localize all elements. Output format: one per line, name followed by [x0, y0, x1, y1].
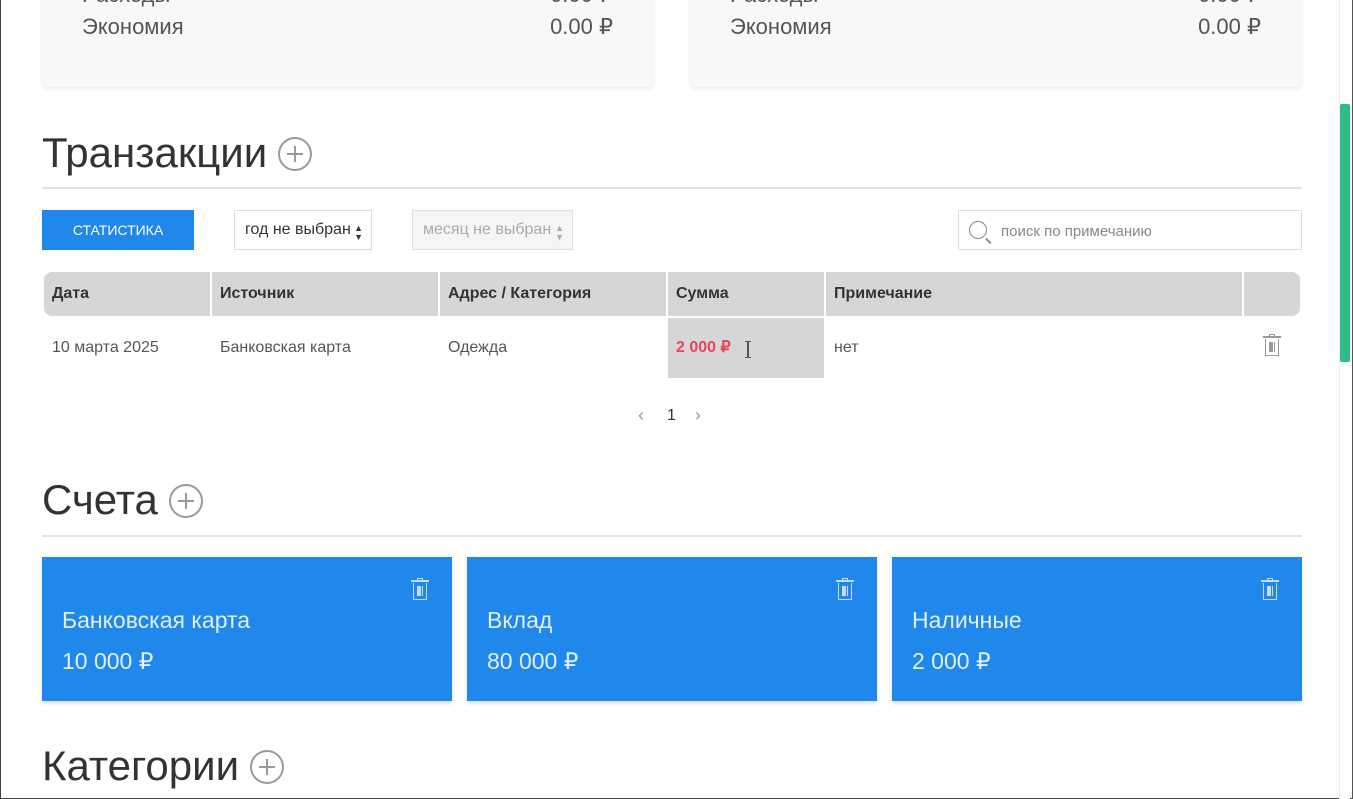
column-date[interactable]: Дата: [44, 272, 210, 316]
trash-icon[interactable]: [411, 578, 429, 600]
categories-title: Категории: [42, 742, 240, 789]
next-page-icon[interactable]: ›: [695, 405, 701, 426]
column-amount[interactable]: Сумма: [668, 272, 824, 316]
scrollbar-thumb[interactable]: [1340, 104, 1350, 362]
cell-source: Банковская карта: [220, 339, 351, 356]
add-account-icon[interactable]: [169, 484, 203, 518]
year-select[interactable]: год не выбран ▲ ▼: [234, 210, 372, 250]
summary-expenses-label: Расходы: [730, 0, 818, 8]
account-balance: 80 000 ₽: [487, 648, 579, 674]
summary-savings-row: Экономия 0.00 ₽: [730, 14, 1261, 44]
account-name: Вклад: [487, 607, 553, 633]
column-separator: [1242, 272, 1244, 316]
accounts-title: Счета: [42, 476, 158, 523]
trash-icon[interactable]: [836, 578, 854, 600]
select-arrows-icon: ▲ ▼: [354, 223, 363, 242]
account-card[interactable]: Наличные 2 000 ₽: [892, 557, 1302, 701]
account-card[interactable]: Банковская карта 10 000 ₽: [42, 557, 452, 701]
add-category-icon[interactable]: [250, 750, 284, 784]
account-name: Наличные: [912, 607, 1022, 633]
summary-expenses-row: Расходы 0.00 ₽: [82, 0, 613, 12]
search-input[interactable]: [999, 219, 1293, 243]
search-box: [958, 210, 1302, 250]
accounts-divider: [42, 535, 1302, 537]
statistics-button[interactable]: СТАТИСТИКА: [42, 210, 194, 250]
text-cursor-icon: [745, 341, 751, 358]
column-note[interactable]: Примечание: [826, 272, 1242, 316]
summary-expenses-value: 0.00 ₽: [550, 0, 613, 8]
month-select-value: месяц не выбран: [423, 221, 552, 238]
column-category[interactable]: Адрес / Категория: [440, 272, 666, 316]
account-card[interactable]: Вклад 80 000 ₽: [467, 557, 877, 701]
cell-date: 10 марта 2025: [52, 339, 159, 356]
summary-savings-value: 0.00 ₽: [550, 14, 613, 39]
summary-expenses-label: Расходы: [82, 0, 170, 8]
search-icon: [969, 221, 987, 239]
transactions-title: Транзакции: [42, 129, 268, 176]
summary-savings-label: Экономия: [82, 14, 184, 39]
summary-expenses-row: Расходы 0.00 ₽: [730, 0, 1261, 12]
pagination: ‹ 1 ›: [631, 405, 711, 429]
transactions-divider: [42, 187, 1302, 189]
cell-category: Одежда: [448, 339, 508, 356]
account-balance: 10 000 ₽: [62, 648, 154, 674]
summary-savings-row: Экономия 0.00 ₽: [82, 14, 613, 44]
prev-page-icon[interactable]: ‹: [638, 405, 644, 426]
transactions-table-header: Дата Источник Адрес / Категория Сумма Пр…: [44, 272, 1300, 316]
month-select[interactable]: месяц не выбран ▲ ▼: [412, 210, 573, 250]
account-balance: 2 000 ₽: [912, 648, 991, 674]
trash-icon[interactable]: [1261, 578, 1279, 600]
summary-expenses-value: 0.00 ₽: [1198, 0, 1261, 8]
summary-card-1: Расходы 0.00 ₽ Экономия 0.00 ₽: [42, 0, 653, 87]
summary-card-2: Расходы 0.00 ₽ Экономия 0.00 ₽: [690, 0, 1301, 87]
table-row[interactable]: 10 марта 2025 Банковская карта Одежда 2 …: [44, 318, 1300, 378]
summary-savings-label: Экономия: [730, 14, 832, 39]
cell-note: нет: [834, 339, 859, 356]
year-select-value: год не выбран: [245, 221, 351, 238]
account-name: Банковская карта: [62, 607, 251, 633]
summary-savings-value: 0.00 ₽: [1198, 14, 1261, 39]
page-number[interactable]: 1: [667, 407, 676, 425]
trash-icon[interactable]: [1263, 334, 1281, 356]
select-arrows-icon: ▲ ▼: [555, 223, 564, 242]
column-source[interactable]: Источник: [212, 272, 438, 316]
add-transaction-icon[interactable]: [278, 137, 312, 171]
